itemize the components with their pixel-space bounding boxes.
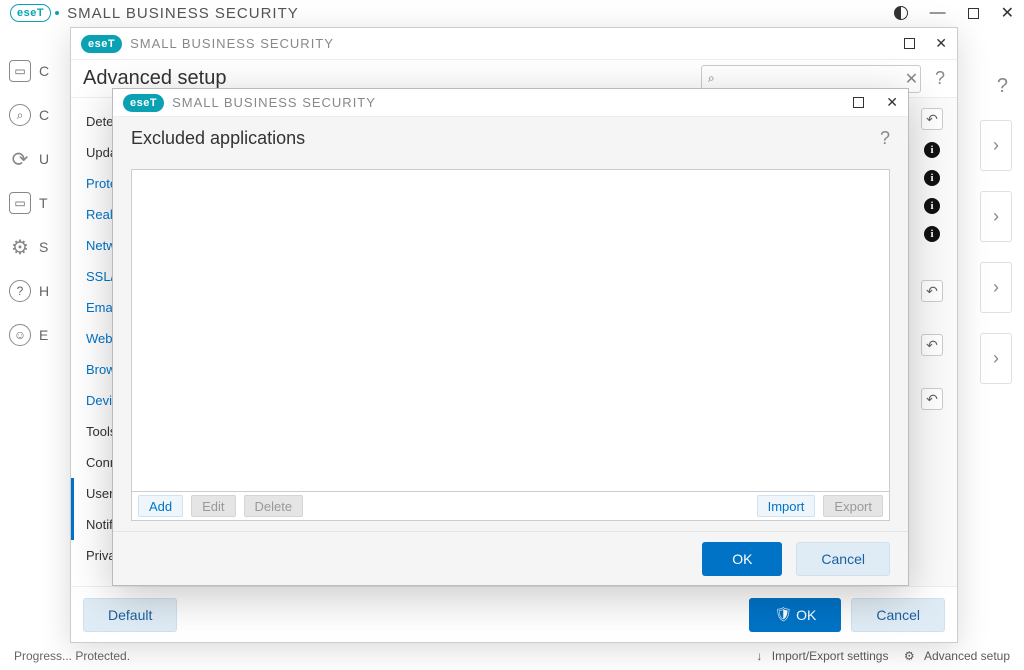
search-input[interactable] [721, 71, 897, 86]
help-icon[interactable]: ? [880, 128, 890, 149]
logo-pill: eseT [123, 94, 164, 112]
undo-icon[interactable]: ↶ [921, 280, 943, 302]
default-button[interactable]: Default [83, 598, 177, 632]
sidebar-item[interactable]: ⟳U [9, 148, 57, 170]
maximize-button[interactable] [853, 97, 864, 108]
close-button[interactable]: ✕ [886, 94, 898, 111]
close-button[interactable]: ✕ [1001, 3, 1014, 23]
clear-search-icon[interactable]: ✕ [903, 69, 920, 89]
right-panel[interactable]: › [980, 333, 1012, 384]
advanced-setup-footer: Default 🛡OK Cancel [71, 586, 957, 642]
delete-button[interactable]: Delete [244, 495, 304, 517]
eset-logo: eseT [81, 35, 122, 53]
minimize-button[interactable]: — [930, 4, 946, 22]
info-icon[interactable]: i [924, 142, 940, 158]
right-panel[interactable]: › [980, 191, 1012, 242]
ok-button[interactable]: 🛡OK [749, 598, 841, 632]
info-icon[interactable]: i [924, 226, 940, 242]
shield-icon: 🛡 [774, 606, 792, 623]
excluded-applications-dialog: eseT SMALL BUSINESS SECURITY ✕ Excluded … [112, 88, 909, 586]
ok-button[interactable]: OK [702, 542, 782, 576]
sidebar-item[interactable]: ▭C [9, 60, 57, 82]
right-panel-strip: › › › › [980, 120, 1012, 384]
logo-dot [55, 11, 59, 15]
statusbar: Progress... Protected. ↓ Import/Export s… [0, 642, 1024, 670]
help-icon[interactable]: ? [997, 75, 1008, 98]
dialog-titlebar: eseT SMALL BUSINESS SECURITY ✕ [113, 89, 908, 117]
add-button[interactable]: Add [138, 495, 183, 517]
close-button[interactable]: ✕ [935, 35, 947, 52]
import-export-link[interactable]: ↓ Import/Export settings [756, 649, 888, 663]
right-panel[interactable]: › [980, 262, 1012, 313]
contrast-icon[interactable] [894, 6, 908, 20]
list-toolbar: Add Edit Delete Import Export [131, 491, 890, 521]
logo-pill: eseT [10, 4, 51, 22]
dialog-heading: Excluded applications [131, 128, 305, 149]
cancel-button[interactable]: Cancel [851, 598, 945, 632]
undo-icon[interactable]: ↶ [921, 334, 943, 356]
chevron-right-icon: › [993, 277, 999, 298]
undo-icon[interactable]: ↶ [921, 108, 943, 130]
chevron-right-icon: › [993, 348, 999, 369]
advanced-setup-heading: Advanced setup [83, 67, 226, 90]
search-icon: ⌕ [708, 71, 715, 86]
main-titlebar: eseT SMALL BUSINESS SECURITY — ✕ [0, 0, 1024, 26]
status-links: ↓ Import/Export settings ⚙ Advanced setu… [750, 649, 1010, 663]
excluded-apps-list[interactable] [131, 169, 890, 491]
maximize-button[interactable] [904, 38, 915, 49]
sidebar-item[interactable]: ▭T [9, 192, 57, 214]
chevron-right-icon: › [993, 206, 999, 227]
content-side-controls: ↶ i i i i ↶ ↶ ↶ [921, 108, 943, 410]
chevron-right-icon: › [993, 135, 999, 156]
undo-icon[interactable]: ↶ [921, 388, 943, 410]
cancel-button[interactable]: Cancel [796, 542, 890, 576]
advanced-setup-link[interactable]: ⚙ Advanced setup [898, 649, 1010, 663]
sidebar-item[interactable]: ⚙S [9, 236, 57, 258]
info-icon[interactable]: i [924, 198, 940, 214]
help-icon[interactable]: ? [935, 68, 945, 89]
advanced-setup-titlebar: eseT SMALL BUSINESS SECURITY ✕ [71, 28, 957, 60]
info-icon[interactable]: i [924, 170, 940, 186]
advanced-setup-window-title: SMALL BUSINESS SECURITY [130, 36, 334, 51]
status-text: Progress... Protected. [14, 649, 130, 663]
dialog-body: Add Edit Delete Import Export [113, 159, 908, 531]
maximize-button[interactable] [968, 8, 979, 19]
export-button[interactable]: Export [823, 495, 883, 517]
dialog-header: Excluded applications ? [113, 117, 908, 159]
eset-logo: eseT [123, 94, 164, 112]
dialog-window-title: SMALL BUSINESS SECURITY [172, 95, 376, 110]
main-sidebar: ▭C ⌕C ⟳U ▭T ⚙S ?H ☺E [8, 60, 58, 346]
logo-pill: eseT [81, 35, 122, 53]
dialog-footer: OK Cancel [113, 531, 908, 585]
edit-button[interactable]: Edit [191, 495, 235, 517]
import-button[interactable]: Import [757, 495, 816, 517]
sidebar-item[interactable]: ☺E [9, 324, 57, 346]
sidebar-item[interactable]: ⌕C [9, 104, 57, 126]
main-window-controls: — ✕ [894, 3, 1014, 23]
main-window-title: SMALL BUSINESS SECURITY [67, 5, 299, 22]
eset-logo: eseT [10, 4, 59, 22]
right-panel[interactable]: › [980, 120, 1012, 171]
sidebar-item[interactable]: ?H [9, 280, 57, 302]
